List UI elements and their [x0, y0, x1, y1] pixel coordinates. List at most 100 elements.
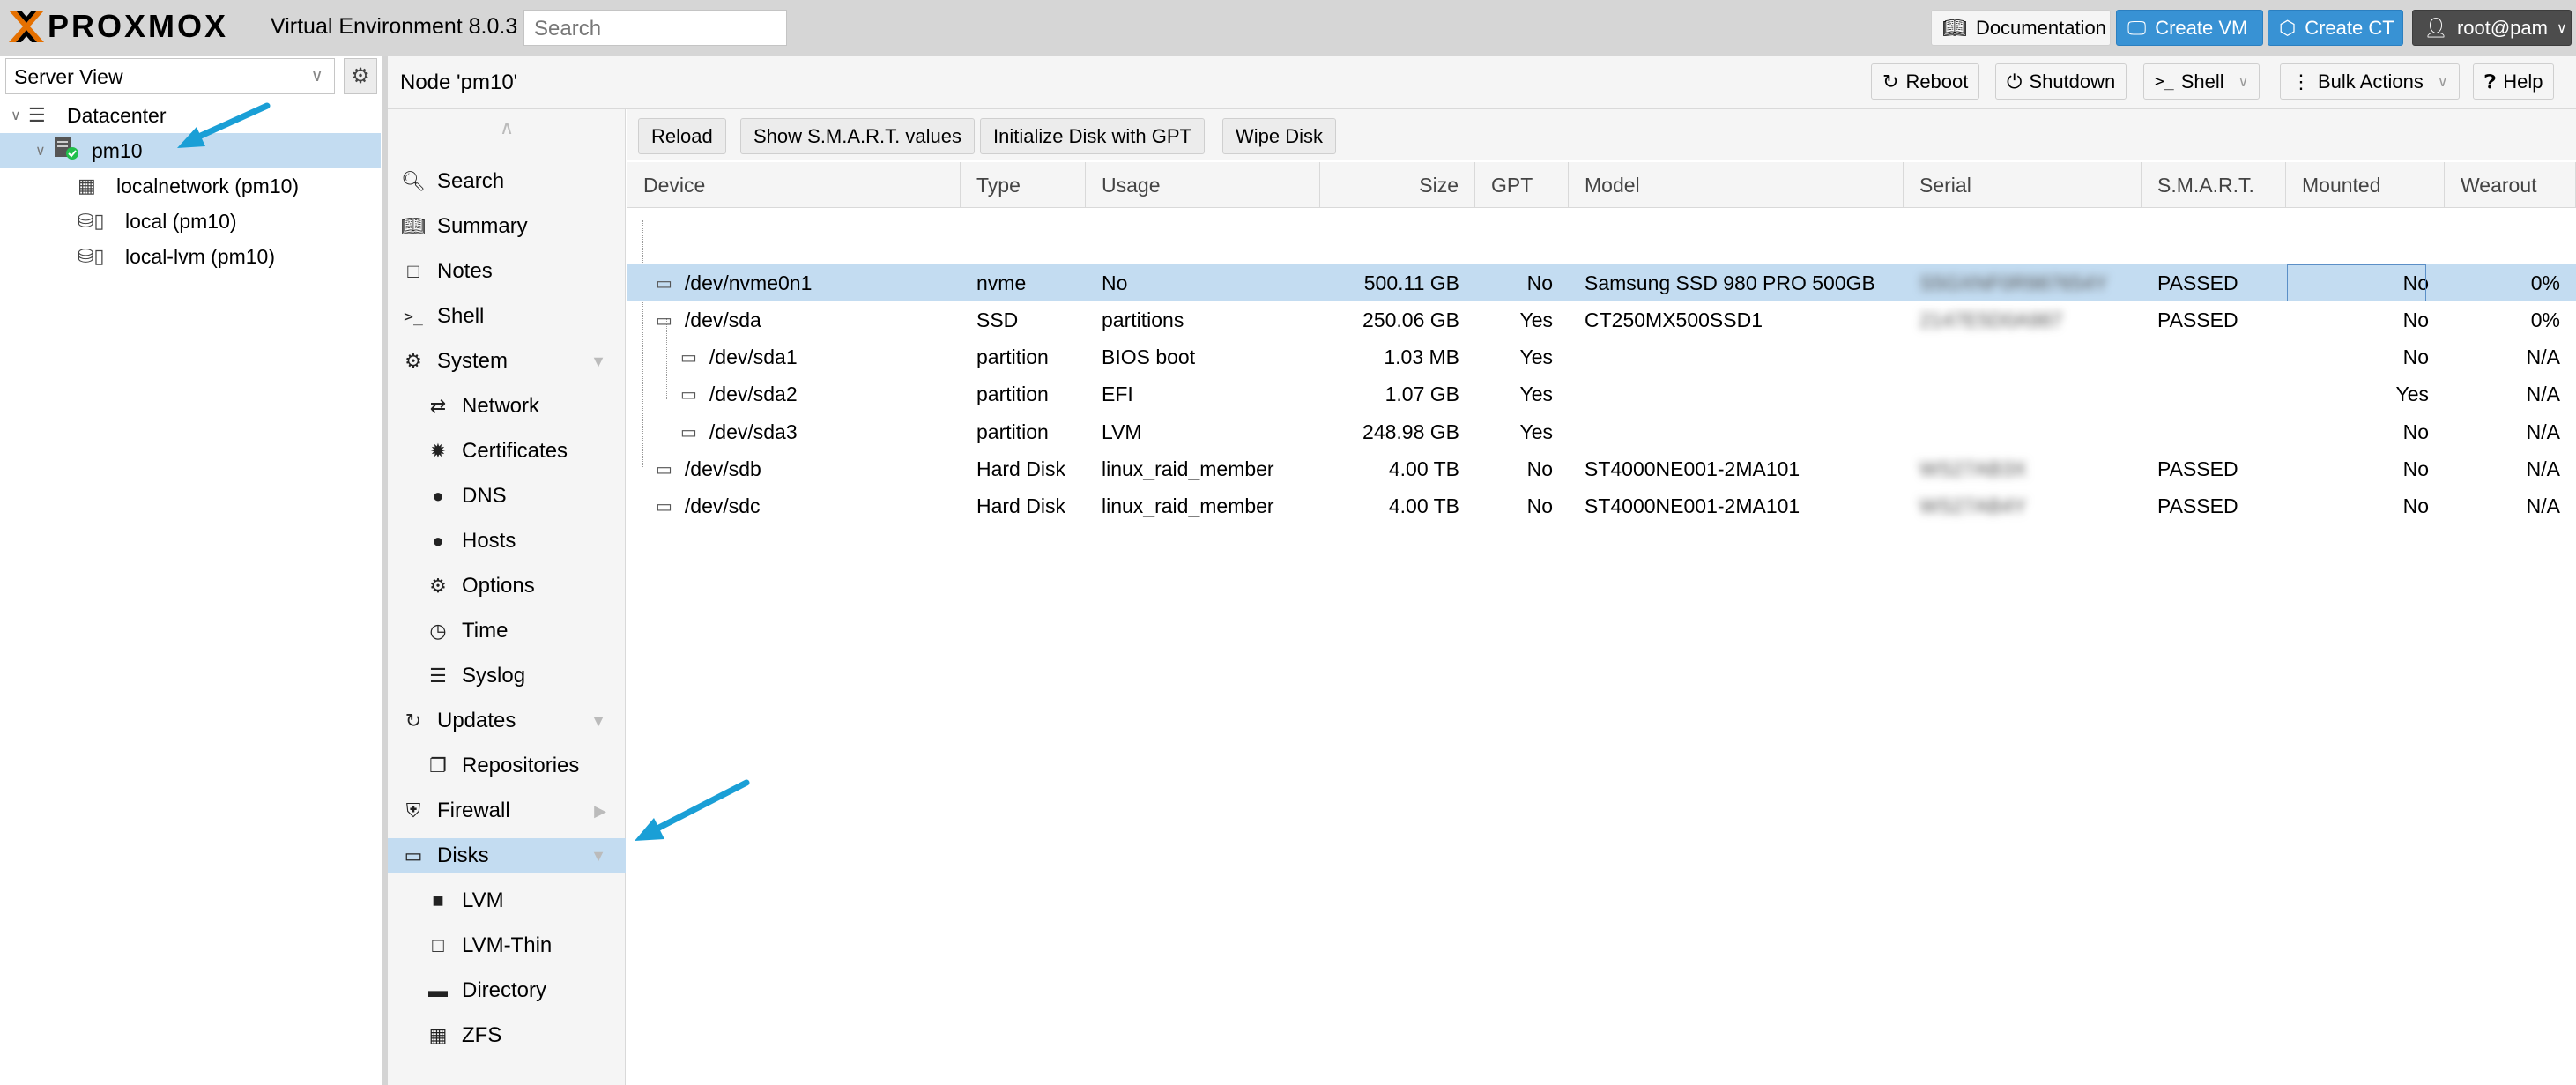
disk-row[interactable]: ▭ /dev/nvme0n1 nvme No 500.11 GB No Samsung SS… [627, 264, 2576, 301]
cell-text: No [2402, 346, 2429, 369]
user-menu-button[interactable]: 👤︎ root@pam ∨ [2412, 10, 2572, 46]
nav-item-zfs[interactable]: ▦ ZFS [388, 1018, 626, 1053]
create-vm-button[interactable]: 🖵︎ Create VM [2116, 10, 2263, 46]
exchange-icon: ⇄ [429, 395, 447, 417]
nav-item-disks[interactable]: ▭ Disks ▼ [388, 838, 626, 873]
nav-item-search[interactable]: 🔍︎ Search [388, 164, 626, 199]
wipe-disk-button[interactable]: Wipe Disk [1222, 118, 1337, 154]
column-mounted[interactable]: Mounted [2286, 162, 2445, 208]
cell-type: Hard Disk [961, 451, 1086, 488]
caret-down-icon[interactable]: ▼ [590, 353, 606, 371]
reboot-button[interactable]: ↻ Reboot [1871, 63, 1980, 100]
nav-item-repositories[interactable]: ❐ Repositories [388, 748, 626, 784]
column-wearout[interactable]: Wearout [2445, 162, 2576, 208]
cell-text: /dev/sda3 [709, 420, 798, 443]
cell-text: N/A [2526, 346, 2560, 369]
tree-settings-button[interactable]: ⚙ [344, 58, 377, 94]
create-ct-button[interactable]: ⬡ Create CT [2268, 10, 2403, 46]
cell-wearout: 0% [2445, 301, 2576, 338]
help-button[interactable]: ❓︎ Help [2473, 63, 2555, 100]
column-gpt[interactable]: GPT [1475, 162, 1569, 208]
nav-item-options[interactable]: ⚙ Options [388, 569, 626, 604]
nav-item-syslog[interactable]: ☰ Syslog [388, 658, 626, 694]
caret-down-icon[interactable]: ▼ [590, 847, 606, 866]
cell-model: ST4000NE001-2MA101 [1569, 451, 1904, 488]
nav-item-firewall[interactable]: ⛨ Firewall ▶ [388, 793, 626, 829]
create-ct-label: Create CT [2305, 16, 2394, 39]
shell-button[interactable]: >_ Shell ∨ [2143, 63, 2260, 100]
nav-item-lvm[interactable]: ■ LVM [388, 883, 626, 918]
database-icon: ⛁▯ [78, 210, 105, 232]
tree-item-local-lvm[interactable]: ⛁▯ local-lvm (pm10) [0, 239, 381, 274]
search-input[interactable]: Search [523, 10, 787, 46]
cell-serial: WS27AB3X [1904, 451, 2142, 488]
nav-item-system[interactable]: ⚙ System ▼ [388, 344, 626, 379]
shutdown-button[interactable]: ⏻ Shutdown [1995, 63, 2127, 100]
tree-item-local[interactable]: ⛁▯ local (pm10) [0, 204, 381, 239]
nav-item-label: Directory [462, 978, 547, 1002]
tree-item-localnetwork[interactable]: ▦ localnetwork (pm10) [0, 168, 381, 204]
disk-row[interactable]: ▭ /dev/sdb Hard Disk linux_raid_member 4.00 … [627, 451, 2576, 488]
disk-row[interactable]: ▭ /dev/sda1 partition BIOS boot 1.03 MB Yes No… [627, 339, 2576, 376]
certificate-icon: ✹ [429, 440, 447, 462]
show-smart-button[interactable]: Show S.M.A.R.T. values [740, 118, 975, 154]
column-smart[interactable]: S.M.A.R.T. [2142, 162, 2286, 208]
nav-item-lvm-thin[interactable]: □ LVM-Thin [388, 928, 626, 963]
view-selector[interactable]: Server View ∨ [5, 58, 335, 94]
cell-text: partition [976, 383, 1049, 406]
scroll-up-icon[interactable]: ∧ [388, 116, 626, 139]
nav-item-hosts[interactable]: ● Hosts [388, 524, 626, 559]
proxmox-x-icon [9, 11, 44, 42]
caret-down-icon[interactable]: ▼ [590, 712, 606, 731]
column-usage[interactable]: Usage [1086, 162, 1320, 208]
chevron-down-icon: ∨ [310, 66, 323, 85]
cell-type: partition [961, 339, 1086, 376]
cell-text: WS27AB3X [1919, 457, 2027, 480]
gear-icon: ⚙ [429, 575, 447, 597]
cell-text: linux_raid_member [1102, 457, 1274, 480]
cell-device: ▭ /dev/sda [627, 301, 961, 338]
disk-row[interactable]: ▭ /dev/sdc Hard Disk linux_raid_member 4.00 … [627, 488, 2576, 525]
hdd-icon: ▭ [680, 348, 697, 368]
grid-icon: ▦ [428, 1024, 448, 1046]
cell-size: 500.11 GB [1320, 264, 1475, 301]
cell-wearout: 0% [2445, 264, 2576, 301]
nav-item-shell[interactable]: >_ Shell [388, 299, 626, 334]
column-type[interactable]: Type [961, 162, 1086, 208]
nav-item-network[interactable]: ⇄ Network [388, 389, 626, 424]
caret-right-icon[interactable]: ▶ [594, 802, 606, 821]
nav-item-certificates[interactable]: ✹ Certificates [388, 434, 626, 469]
cell-model [1569, 339, 1904, 376]
reload-button[interactable]: Reload [638, 118, 726, 154]
cell-text: 248.98 GB [1362, 420, 1459, 443]
nav-item-label: ZFS [462, 1023, 502, 1047]
initialize-gpt-button[interactable]: Initialize Disk with GPT [980, 118, 1205, 154]
nav-item-notes[interactable]: □ Notes [388, 254, 626, 289]
clock-icon: ◷ [429, 620, 447, 642]
cell-model [1569, 376, 1904, 413]
cell-mounted: No [2286, 488, 2445, 525]
nav-item-directory[interactable]: ▬ Directory [388, 973, 626, 1008]
documentation-button[interactable]: 📖︎ Documentation [1931, 10, 2111, 46]
cell-serial: S5GXNF0R987654Y [1904, 264, 2142, 301]
cell-gpt: Yes [1475, 376, 1569, 413]
disk-row[interactable]: ▭ /dev/sda SSD partitions 250.06 GB Yes CT250M… [627, 301, 2576, 338]
bulk-actions-button[interactable]: ⋮ Bulk Actions ∨ [2280, 63, 2460, 100]
node-title: Node 'pm10' [400, 71, 518, 94]
cell-wearout: N/A [2445, 488, 2576, 525]
cell-text: N/A [2526, 457, 2560, 480]
column-device[interactable]: Device [627, 162, 961, 208]
nav-item-updates[interactable]: ↻ Updates ▼ [388, 703, 626, 739]
column-model[interactable]: Model [1569, 162, 1904, 208]
nav-item-summary[interactable]: 📖︎ Summary [388, 209, 626, 244]
hdd-icon: ▭ [656, 497, 672, 517]
column-serial[interactable]: Serial [1904, 162, 2142, 208]
disk-row[interactable]: ▭ /dev/sda2 partition EFI 1.07 GB Yes Yes N/A [627, 376, 2576, 413]
disk-row[interactable]: ▭ /dev/sda3 partition LVM 248.98 GB Yes No N/A [627, 413, 2576, 450]
nav-item-dns[interactable]: ● DNS [388, 479, 626, 514]
column-size[interactable]: Size [1320, 162, 1475, 208]
nav-item-time[interactable]: ◷ Time [388, 613, 626, 649]
cell-text: WS27AB4Y [1919, 494, 2027, 518]
cell-text: SSD [976, 308, 1019, 331]
disks-toolbar: Reload Show S.M.A.R.T. values Initialize… [627, 109, 2576, 160]
